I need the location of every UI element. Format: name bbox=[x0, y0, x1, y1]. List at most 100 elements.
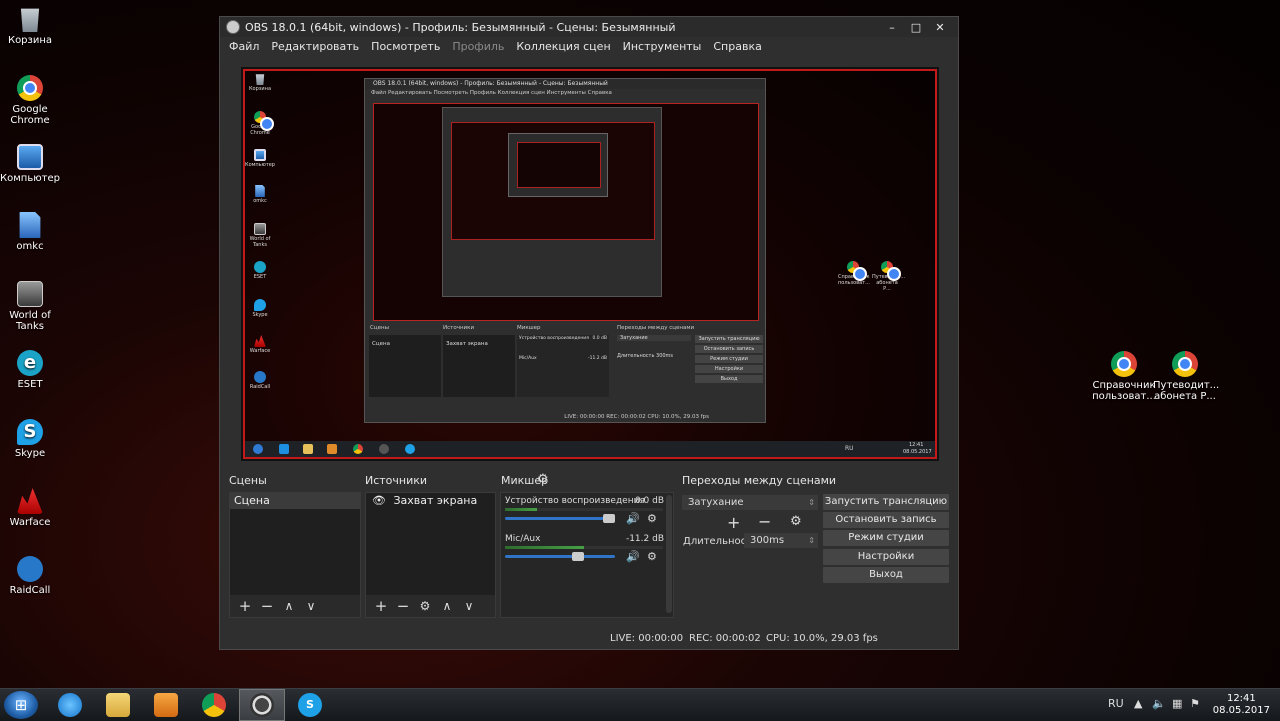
raidcall-icon bbox=[254, 371, 266, 383]
remove-source-icon[interactable]: − bbox=[392, 597, 414, 615]
menu-edit[interactable]: Редактировать bbox=[265, 40, 365, 53]
speaker-icon[interactable]: 🔊 bbox=[626, 512, 640, 525]
desktop-icon-label: Справочник пользоват... bbox=[1092, 380, 1156, 402]
media-player-icon bbox=[154, 693, 178, 717]
volume-meter bbox=[505, 508, 663, 511]
warface-icon bbox=[254, 335, 266, 347]
mixer-gear-icon[interactable]: ⚙ bbox=[647, 550, 657, 563]
menu-help[interactable]: Справка bbox=[707, 40, 767, 53]
add-transition-icon[interactable]: + bbox=[727, 513, 740, 532]
move-down-icon[interactable]: ∨ bbox=[458, 597, 480, 615]
taskbar-chrome[interactable] bbox=[191, 689, 237, 721]
transitions-label: Переходы между сценами bbox=[682, 474, 837, 487]
mini-ie-icon bbox=[279, 444, 289, 454]
start-stream-button[interactable]: Запустить трансляцию bbox=[823, 494, 949, 510]
preview-area[interactable]: Корзина Google Chrome Компьютер omkc Wor… bbox=[241, 67, 939, 461]
minimize-button[interactable]: – bbox=[880, 21, 904, 34]
skype-icon: S bbox=[298, 693, 322, 717]
eye-icon[interactable]: 👁 bbox=[372, 494, 386, 507]
exit-button[interactable]: Выход bbox=[823, 567, 949, 583]
taskbar-media-player[interactable] bbox=[143, 689, 189, 721]
move-up-icon[interactable]: ∧ bbox=[278, 597, 300, 615]
volume-slider[interactable] bbox=[505, 514, 615, 523]
slider-knob[interactable] bbox=[603, 514, 615, 523]
preview-canvas: Корзина Google Chrome Компьютер omkc Wor… bbox=[243, 69, 937, 459]
menu-scene-collection[interactable]: Коллекция сцен bbox=[510, 40, 616, 53]
mixer-scrollbar[interactable] bbox=[666, 495, 672, 613]
slider-knob[interactable] bbox=[571, 552, 584, 561]
studio-mode-button[interactable]: Режим студии bbox=[823, 530, 949, 546]
mini-lang: RU bbox=[845, 445, 854, 452]
move-up-icon[interactable]: ∧ bbox=[436, 597, 458, 615]
mini-obs-icon bbox=[379, 444, 389, 454]
stop-recording-button[interactable]: Остановить запись bbox=[823, 512, 949, 528]
language-indicator[interactable]: RU bbox=[1108, 697, 1124, 710]
desktop-icon-guide[interactable]: Путеводит... абонета Р... bbox=[1153, 351, 1220, 402]
desktop-icon-warface[interactable]: Warface bbox=[0, 488, 62, 528]
desktop-icon-omkc[interactable]: omkc bbox=[0, 212, 62, 252]
menu-tools[interactable]: Инструменты bbox=[617, 40, 708, 53]
computer-icon bbox=[254, 149, 266, 161]
updown-arrows-icon: ⇕ bbox=[808, 498, 815, 507]
nested-mixer-db: -11.2 dB bbox=[587, 356, 607, 361]
mini-icon-label: Skype bbox=[252, 312, 268, 318]
desktop-icon-recycle-bin[interactable]: Корзина bbox=[0, 6, 62, 46]
source-item[interactable]: 👁 Захват экрана bbox=[366, 493, 495, 509]
mini-icon-label: RaidCall bbox=[249, 384, 271, 390]
move-down-icon[interactable]: ∨ bbox=[300, 597, 322, 615]
transition-gear-icon[interactable]: ⚙ bbox=[790, 514, 802, 529]
tray-arrow-icon[interactable]: ▲ bbox=[1134, 697, 1142, 710]
transition-select[interactable]: Затухание ⇕ bbox=[682, 495, 818, 510]
menu-profile[interactable]: Профиль bbox=[446, 40, 510, 53]
internet-explorer-icon bbox=[58, 693, 82, 717]
nested-studio-mode-button: Режим студии bbox=[695, 355, 763, 363]
menu-file[interactable]: Файл bbox=[223, 40, 265, 53]
nested-mixer-row: Устройство воспроизведения 0.0 dB bbox=[517, 335, 609, 342]
source-settings-gear-icon[interactable]: ⚙ bbox=[414, 597, 436, 615]
close-button[interactable]: ✕ bbox=[928, 21, 952, 34]
taskbar-obs[interactable] bbox=[239, 689, 285, 721]
settings-button[interactable]: Настройки bbox=[823, 549, 949, 565]
add-source-icon[interactable]: + bbox=[370, 597, 392, 615]
clock[interactable]: 12:41 08.05.2017 bbox=[1213, 693, 1270, 717]
scene-item[interactable]: Сцена bbox=[230, 493, 360, 509]
taskbar-skype[interactable]: S bbox=[287, 689, 333, 721]
volume-icon[interactable]: 🔈 bbox=[1152, 697, 1166, 710]
remove-transition-icon[interactable]: − bbox=[758, 512, 771, 531]
nested-stop-recording-button: Остановить запись bbox=[695, 345, 763, 353]
clock-time: 12:41 bbox=[1226, 693, 1256, 704]
maximize-button[interactable]: □ bbox=[904, 21, 928, 34]
desktop-icon-raidcall[interactable]: RaidCall bbox=[0, 556, 62, 596]
taskbar-internet-explorer[interactable] bbox=[47, 689, 93, 721]
network-icon[interactable]: ▦ bbox=[1172, 697, 1182, 710]
chrome-icon bbox=[202, 693, 226, 717]
add-scene-icon[interactable]: + bbox=[234, 597, 256, 615]
nested-mixer-panel: Устройство воспроизведения 0.0 dB Mic/Aux… bbox=[517, 335, 609, 397]
desktop-icon-world-of-tanks[interactable]: World of Tanks bbox=[0, 281, 62, 332]
desktop-icon-label: ESET bbox=[17, 379, 43, 390]
desktop-icon-chrome[interactable]: Google Chrome bbox=[0, 75, 62, 126]
start-button[interactable]: ⊞ bbox=[4, 691, 38, 719]
mini-taskbar: RU 12:41 08.05.2017 bbox=[245, 441, 935, 457]
desktop-icon-computer[interactable]: Компьютер bbox=[0, 144, 62, 184]
menu-view[interactable]: Посмотреть bbox=[365, 40, 446, 53]
desktop-icon-eset[interactable]: e ESET bbox=[0, 350, 62, 390]
taskbar-file-explorer[interactable] bbox=[95, 689, 141, 721]
desktop-icon-reference[interactable]: Справочник пользоват... bbox=[1092, 351, 1156, 402]
mixer-channel-name: Mic/Aux bbox=[505, 534, 541, 544]
desktop-icon-label: Путеводит... абонета Р... bbox=[1153, 380, 1220, 402]
sources-toolbar: + − ⚙ ∧ ∨ bbox=[366, 595, 495, 617]
speaker-icon[interactable]: 🔊 bbox=[626, 550, 640, 563]
remove-scene-icon[interactable]: − bbox=[256, 597, 278, 615]
mixer-gear-icon[interactable]: ⚙ bbox=[537, 472, 549, 487]
mixer-gear-icon[interactable]: ⚙ bbox=[647, 512, 657, 525]
action-center-icon[interactable]: ⚑ bbox=[1190, 697, 1200, 710]
nested-exit-button: Выход bbox=[695, 375, 763, 383]
title-bar[interactable]: OBS 18.0.1 (64bit, windows) - Профиль: Б… bbox=[220, 17, 958, 37]
spinner-arrows-icon[interactable]: ⇕ bbox=[808, 533, 815, 548]
duration-input[interactable]: 300ms ⇕ bbox=[744, 533, 818, 548]
mini-desktop-icon: Корзина bbox=[245, 73, 275, 92]
nested-scenes-panel: Сцена bbox=[369, 335, 441, 397]
volume-slider[interactable] bbox=[505, 552, 615, 561]
desktop-icon-skype[interactable]: S Skype bbox=[0, 419, 62, 459]
